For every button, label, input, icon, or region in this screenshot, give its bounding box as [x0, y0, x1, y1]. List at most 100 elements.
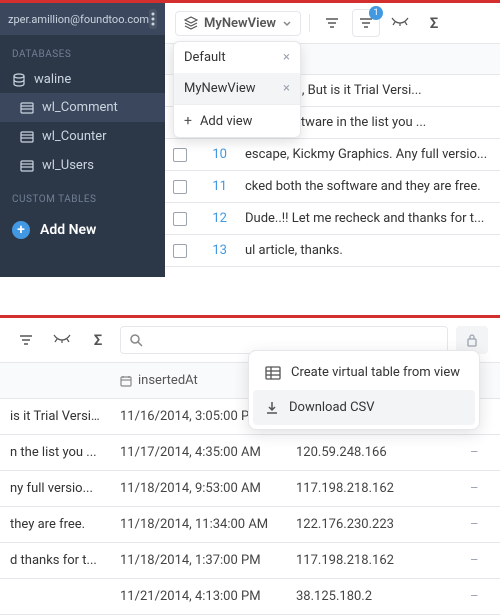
chevron-down-icon: [282, 18, 292, 28]
plus-icon: +: [12, 221, 30, 239]
table-row[interactable]: 11 cked both the software and they are f…: [165, 171, 500, 203]
sigma-icon: Σ: [94, 331, 103, 349]
table-row[interactable]: 12 Dude..!! Let me recheck and thanks fo…: [165, 203, 500, 235]
table-item-counter[interactable]: wl_Counter: [0, 122, 165, 151]
add-view-label: Add view: [200, 114, 253, 129]
calendar-icon: [120, 375, 132, 387]
add-view-button[interactable]: + Add view: [174, 104, 300, 137]
row-date: 11/1: [493, 147, 500, 162]
cell-content: n the list you ...: [0, 435, 110, 470]
cell-insertedat: 11/17/2014, 4:35:00 AM: [110, 435, 286, 470]
view-option-label: MyNewView: [184, 81, 256, 96]
current-view-label: MyNewView: [204, 16, 276, 31]
download-csv-button[interactable]: Download CSV: [253, 390, 475, 425]
sigma-button[interactable]: Σ: [420, 9, 448, 37]
table-icon: [20, 102, 34, 114]
table-item-users[interactable]: wl_Users: [0, 151, 165, 180]
view-option-mynewview[interactable]: MyNewView ×: [174, 73, 300, 104]
cell-insertedat: 11/18/2014, 1:37:00 PM: [110, 543, 286, 578]
row-checkbox[interactable]: [173, 212, 187, 226]
cell-insertedat: 11/18/2014, 11:34:00 AM: [110, 507, 286, 542]
visibility-button[interactable]: [386, 9, 414, 37]
row-date: 11/1: [493, 243, 500, 258]
view-option-default[interactable]: Default ×: [174, 42, 300, 73]
row-id: 10: [201, 147, 239, 162]
database-icon: [12, 73, 26, 87]
table-row[interactable]: they are free. 11/18/2014, 11:34:00 AM 1…: [0, 507, 500, 543]
sidebar: zper.amillion@foundtoo.com DATABASES wal…: [0, 3, 165, 277]
visibility-button[interactable]: [48, 326, 76, 354]
add-new-label: Add New: [40, 222, 96, 238]
row-date: 11/1: [493, 115, 500, 130]
user-email: zper.amillion@foundtoo.com: [8, 13, 149, 26]
row-checkbox[interactable]: [173, 244, 187, 258]
table-row[interactable]: d thanks for t... 11/18/2014, 1:37:00 PM…: [0, 543, 500, 579]
table-row[interactable]: ny full versio... 11/18/2014, 9:53:00 AM…: [0, 471, 500, 507]
cell-ip: 38.125.180.2: [286, 579, 460, 614]
database-item[interactable]: waline: [0, 66, 165, 93]
view-selector[interactable]: MyNewView: [175, 11, 301, 36]
main-panel: MyNewView 1 Σ Default ×: [165, 3, 500, 277]
sort-button[interactable]: [12, 326, 40, 354]
add-new-button[interactable]: + Add New: [0, 211, 165, 249]
more-vertical-icon: [151, 12, 155, 26]
close-icon[interactable]: ×: [283, 50, 290, 65]
table-item-comment[interactable]: wl_Comment: [0, 93, 165, 122]
views-dropdown: Default × MyNewView × + Add view: [173, 41, 301, 138]
table-icon: [20, 160, 34, 172]
cell-ip: 122.176.230.223: [286, 507, 460, 542]
row-content: Dude..!! Let me recheck and thanks for t…: [239, 211, 493, 226]
filter-badge: 1: [369, 6, 383, 20]
row-date: 11/1: [493, 211, 500, 226]
cell-extra: –: [460, 471, 500, 506]
database-name: waline: [34, 72, 71, 87]
sigma-button[interactable]: Σ: [84, 326, 112, 354]
table-row[interactable]: n the list you ... 11/17/2014, 4:35:00 A…: [0, 435, 500, 471]
toolbar: MyNewView 1 Σ: [165, 3, 500, 44]
view-option-label: Default: [184, 50, 226, 65]
databases-section-label: DATABASES: [0, 35, 165, 66]
cell-content: ny full versio...: [0, 471, 110, 506]
plus-icon: +: [184, 113, 192, 129]
menu-item-label: Create virtual table from view: [291, 365, 460, 380]
eye-hidden-icon: [53, 334, 71, 346]
filter-button[interactable]: 1: [352, 9, 380, 37]
more-button[interactable]: [149, 9, 157, 29]
cell-ip: 117.198.218.162: [286, 471, 460, 506]
table-name: wl_Users: [42, 158, 94, 173]
column-label: insertedAt: [138, 373, 198, 388]
sort-button[interactable]: [318, 9, 346, 37]
close-icon[interactable]: ×: [283, 81, 290, 96]
row-content: ul article, thanks.: [239, 243, 493, 258]
table-icon: [265, 366, 281, 380]
cell-content: is it Trial Versi...: [0, 399, 110, 434]
lock-icon: [466, 333, 478, 347]
sigma-icon: Σ: [430, 14, 439, 32]
table-row[interactable]: 10 escape, Kickmy Graphics. Any full ver…: [165, 139, 500, 171]
table-name: wl_Comment: [42, 100, 118, 115]
row-content: cked both the software and they are free…: [239, 179, 493, 194]
create-virtual-table-button[interactable]: Create virtual table from view: [253, 355, 475, 390]
table-row[interactable]: 13 ul article, thanks. 11/1: [165, 235, 500, 267]
cell-extra: –: [460, 543, 500, 578]
cell-insertedat: 11/18/2014, 9:53:00 AM: [110, 471, 286, 506]
row-date: 11/1: [493, 179, 500, 194]
menu-item-label: Download CSV: [289, 400, 375, 415]
table-name: wl_Counter: [42, 129, 107, 144]
cell-content: they are free.: [0, 507, 110, 542]
custom-tables-label: CUSTOM TABLES: [0, 180, 165, 211]
search-icon: [129, 333, 143, 347]
row-id: 11: [201, 179, 239, 194]
sort-icon: [324, 17, 340, 29]
row-date: 11/1: [493, 83, 500, 98]
table-icon: [20, 131, 34, 143]
row-checkbox[interactable]: [173, 148, 187, 162]
row-content: escape, Kickmy Graphics. Any full versio…: [239, 147, 493, 162]
cell-ip: 117.198.218.162: [286, 543, 460, 578]
cell-extra: –: [460, 435, 500, 470]
table-row[interactable]: 11/21/2014, 4:13:00 PM 38.125.180.2 –: [0, 579, 500, 615]
row-id: 12: [201, 211, 239, 226]
search-input[interactable]: [149, 333, 439, 348]
cell-content: [0, 587, 110, 607]
row-checkbox[interactable]: [173, 180, 187, 194]
